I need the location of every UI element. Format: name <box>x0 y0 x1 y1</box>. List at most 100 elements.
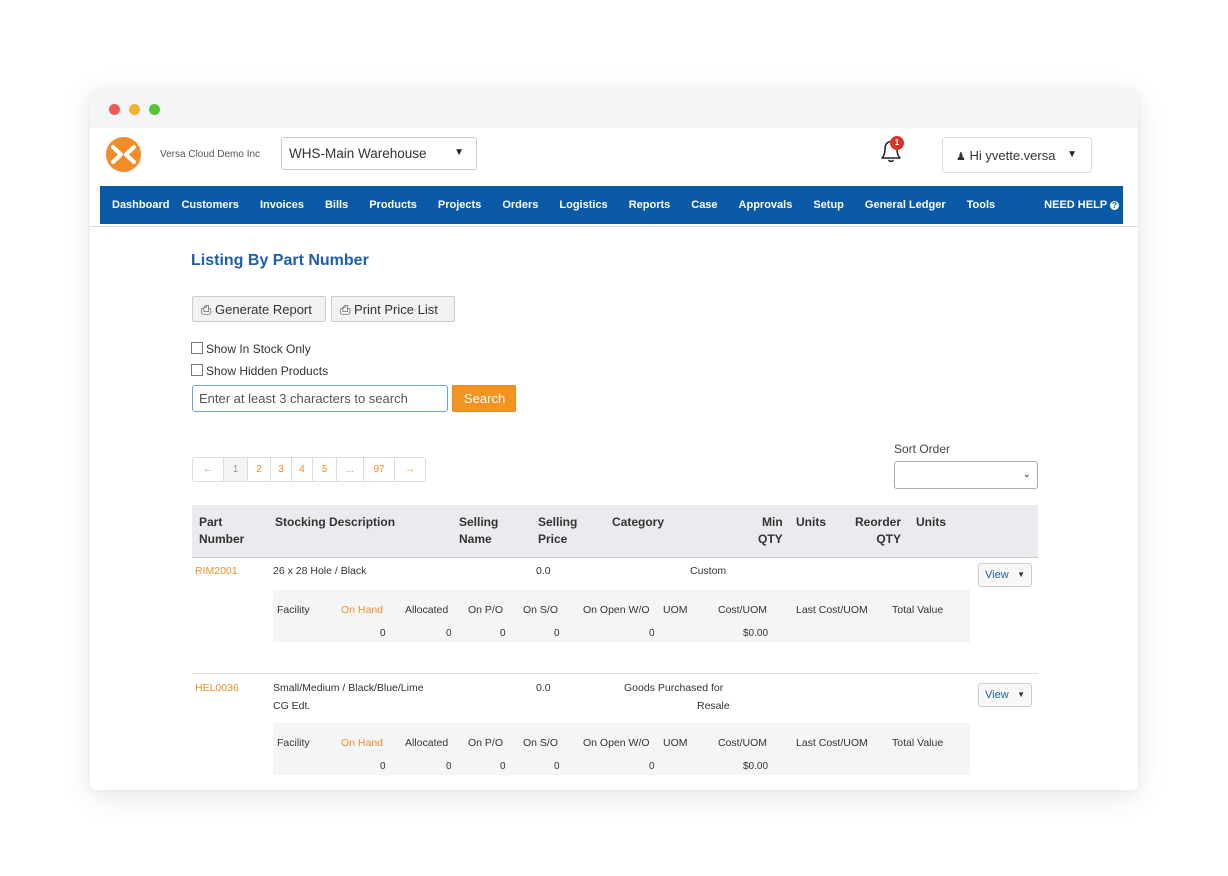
sub-col-on-open-wo: On Open W/O <box>583 737 650 749</box>
print-price-list-label: Print Price List <box>354 302 438 317</box>
sub-col-on-open-wo: On Open W/O <box>583 604 650 616</box>
warehouse-select[interactable]: WHS-Main Warehouse ▼ <box>281 137 477 170</box>
page-title: Listing By Part Number <box>191 252 369 269</box>
nav-tools[interactable]: Tools <box>967 199 996 211</box>
page-97[interactable]: 97 <box>364 458 395 481</box>
checkbox-box[interactable] <box>191 342 203 354</box>
sub-col-last-cost-uom: Last Cost/UOM <box>796 604 868 616</box>
nav-customers[interactable]: Customers <box>181 199 238 211</box>
show-in-stock-checkbox[interactable]: Show In Stock Only <box>191 342 311 356</box>
warehouse-select-value: WHS-Main Warehouse <box>289 146 427 161</box>
chevron-down-icon: ▼ <box>1067 149 1077 160</box>
sub-col-last-cost-uom: Last Cost/UOM <box>796 737 868 749</box>
show-hidden-checkbox[interactable]: Show Hidden Products <box>191 364 328 378</box>
maximize-window-button[interactable] <box>149 104 160 115</box>
selling-price: 0.0 <box>536 565 551 577</box>
nav-setup[interactable]: Setup <box>813 199 844 211</box>
pagination: ← 1 2 3 4 5 ... 97 → <box>192 457 426 482</box>
close-window-button[interactable] <box>109 104 120 115</box>
col-part-number[interactable]: Part Number <box>199 514 244 548</box>
nav-invoices[interactable]: Invoices <box>260 199 304 211</box>
checkbox-box[interactable] <box>191 364 203 376</box>
chevron-down-icon: ⌄ <box>1022 469 1031 480</box>
on-open-wo-value: 0 <box>649 761 655 772</box>
user-greeting: Hi yvette.versa <box>969 148 1056 163</box>
nav-bills[interactable]: Bills <box>325 199 348 211</box>
view-button[interactable]: View ▼ <box>978 683 1032 707</box>
page-4[interactable]: 4 <box>292 458 313 481</box>
col-min-qty[interactable]: Min QTY <box>758 514 783 548</box>
sub-col-on-so: On S/O <box>523 737 559 749</box>
nav-products[interactable]: Products <box>369 199 417 211</box>
table-header: Part Number Stocking Description Selling… <box>192 505 1038 558</box>
page-5[interactable]: 5 <box>313 458 337 481</box>
search-button[interactable]: Search <box>452 385 516 412</box>
nav-case[interactable]: Case <box>691 199 717 211</box>
app-header: Versa Cloud Demo Inc WHS-Main Warehouse … <box>90 128 1138 186</box>
part-number-link[interactable]: RIM2001 <box>195 565 238 577</box>
question-circle-icon: ? <box>1110 201 1119 210</box>
generate-report-label: Generate Report <box>215 302 312 317</box>
col-selling-price[interactable]: Selling Price <box>538 514 577 548</box>
nav-dashboard[interactable]: Dashboard <box>112 199 169 211</box>
sub-col-total-value: Total Value <box>892 604 944 616</box>
main-nav: Dashboard Customers Invoices Bills Produ… <box>100 186 1123 224</box>
view-button[interactable]: View ▼ <box>978 563 1032 587</box>
page-3[interactable]: 3 <box>271 458 292 481</box>
page-2[interactable]: 2 <box>248 458 271 481</box>
nav-orders[interactable]: Orders <box>502 199 538 211</box>
nav-reports[interactable]: Reports <box>629 199 671 211</box>
col-reorder-qty[interactable]: Reorder QTY <box>855 514 901 548</box>
category: Custom <box>690 565 727 577</box>
category: Goods Purchased for <box>624 682 724 694</box>
col-selling-name-line2: Name <box>459 532 492 546</box>
nav-projects[interactable]: Projects <box>438 199 481 211</box>
nav-general-ledger[interactable]: General Ledger <box>865 199 946 211</box>
chevron-down-icon: ▼ <box>1017 690 1025 699</box>
versa-logo-icon[interactable] <box>106 137 141 172</box>
col-category[interactable]: Category <box>612 514 664 531</box>
nav-approvals[interactable]: Approvals <box>739 199 793 211</box>
stocking-description: 26 x 28 Hole / Black <box>273 565 367 577</box>
stocking-description-line2: CG Edt. <box>273 700 311 712</box>
view-button-label: View <box>985 569 1009 581</box>
generate-report-button[interactable]: ⎙ Generate Report <box>192 296 326 322</box>
allocated-value: 0 <box>446 761 452 772</box>
sub-col-facility: Facility <box>277 737 310 749</box>
on-po-value: 0 <box>500 628 506 639</box>
printer-icon: ⎙ <box>340 302 351 317</box>
sort-order-select[interactable]: ⌄ <box>894 461 1038 489</box>
browser-window: Versa Cloud Demo Inc WHS-Main Warehouse … <box>90 90 1138 790</box>
minimize-window-button[interactable] <box>129 104 140 115</box>
allocated-value: 0 <box>446 628 452 639</box>
col-selling-price-line2: Price <box>538 532 568 546</box>
col-reorder-qty-line1: Reorder <box>855 515 902 529</box>
search-placeholder: Enter at least 3 characters to search <box>199 391 408 406</box>
col-stocking-description[interactable]: Stocking Description <box>275 514 395 531</box>
nav-logistics[interactable]: Logistics <box>559 199 607 211</box>
view-button-label: View <box>985 689 1009 701</box>
notifications-button[interactable]: 1 <box>876 134 906 168</box>
stock-details-table: Facility On Hand Allocated On P/O On S/O… <box>273 723 970 775</box>
col-units-2[interactable]: Units <box>916 514 946 531</box>
page-prev[interactable]: ← <box>193 458 224 481</box>
print-price-list-button[interactable]: ⎙ Print Price List <box>331 296 455 322</box>
search-input[interactable]: Enter at least 3 characters to search <box>192 385 448 412</box>
col-reorder-qty-line2: QTY <box>876 532 902 546</box>
nav-need-help-label: NEED HELP <box>1044 199 1107 211</box>
on-po-value: 0 <box>500 761 506 772</box>
sub-col-cost-uom: Cost/UOM <box>718 737 768 749</box>
page-1[interactable]: 1 <box>224 458 248 481</box>
col-min-qty-line2: QTY <box>758 532 783 546</box>
page-next[interactable]: → <box>395 458 425 481</box>
part-number-link[interactable]: HEL0036 <box>195 682 239 694</box>
nav-need-help[interactable]: NEED HELP ? <box>1044 199 1119 211</box>
sub-col-on-hand[interactable]: On Hand <box>341 737 383 749</box>
col-selling-name[interactable]: Selling Name <box>459 514 498 548</box>
user-menu-button[interactable]: ♟ Hi yvette.versa ▼ <box>942 137 1092 173</box>
col-units[interactable]: Units <box>796 514 826 531</box>
company-name: Versa Cloud Demo Inc <box>160 149 261 160</box>
sub-col-on-hand[interactable]: On Hand <box>341 604 383 616</box>
user-icon: ♟ <box>956 151 966 163</box>
show-hidden-label: Show Hidden Products <box>206 364 329 378</box>
